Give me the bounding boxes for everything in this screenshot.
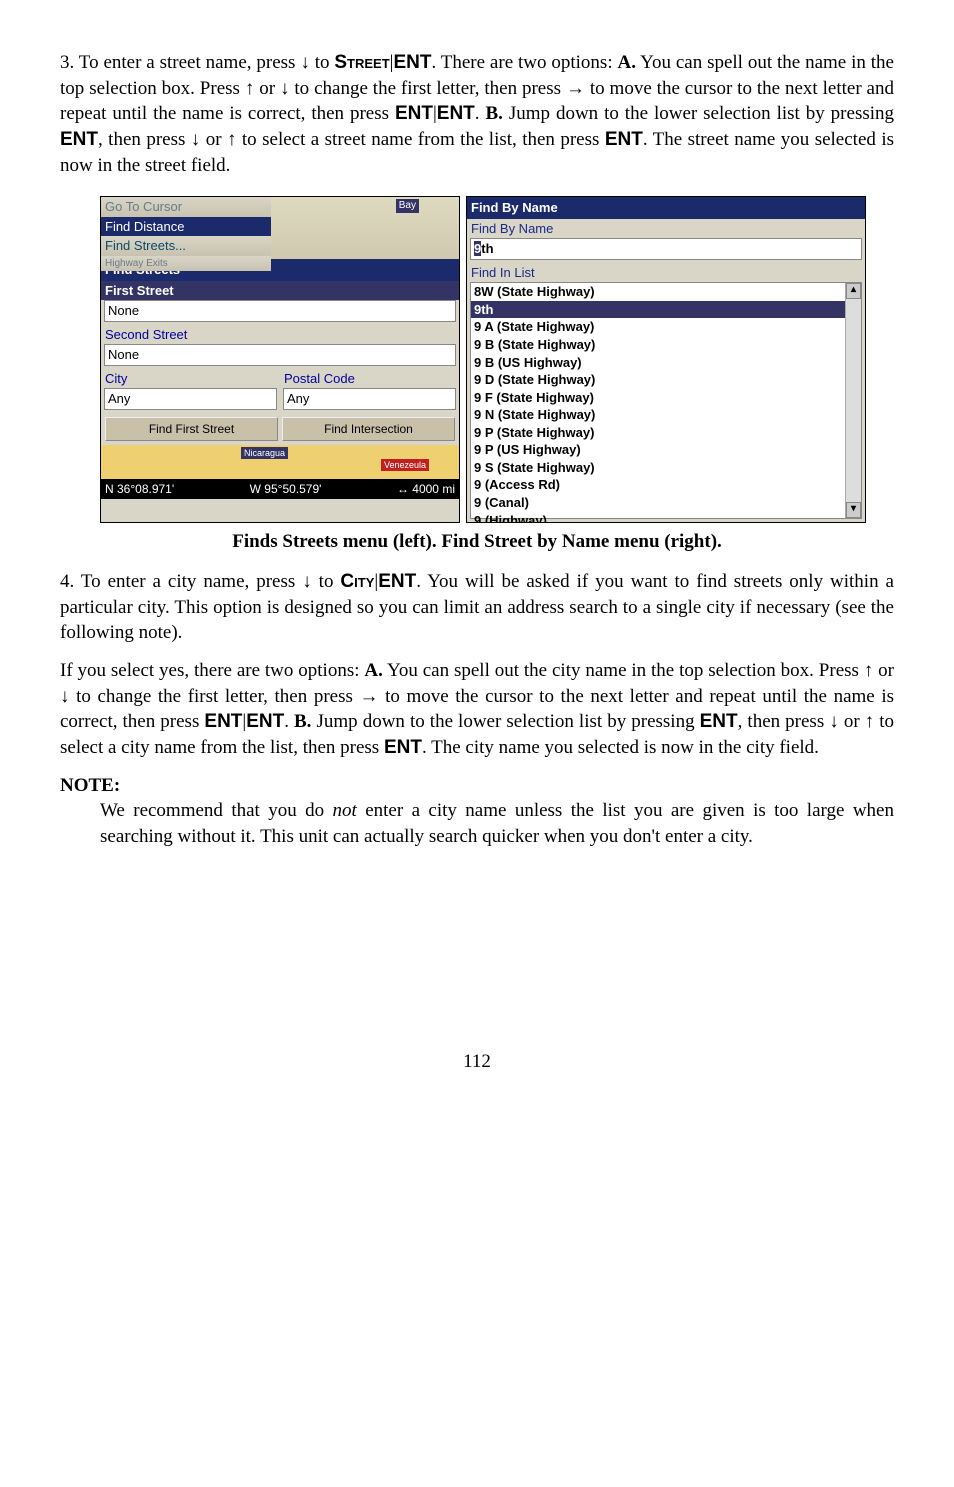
city-input[interactable]: Any	[104, 388, 277, 410]
list-item[interactable]: 9 P (US Highway)	[471, 441, 861, 459]
text: If you select yes, there are two options…	[60, 660, 364, 681]
find-by-name-label: Find By Name	[467, 219, 865, 239]
text: .	[475, 103, 486, 124]
text: . There are two options:	[431, 52, 617, 73]
city-label: City	[101, 369, 280, 389]
key-ent: ENT	[246, 711, 284, 732]
menu-item[interactable]: Highway Exits	[101, 256, 271, 272]
find-streets-screenshot: Go To Cursor Find Distance Find Streets.…	[100, 196, 460, 523]
list-item-selected[interactable]: 9th	[471, 301, 861, 319]
list-item[interactable]: 9 S (State Highway)	[471, 459, 861, 477]
option-b: B.	[294, 711, 311, 732]
note-heading: NOTE:	[60, 773, 894, 799]
text: We recommend that you do	[100, 800, 333, 821]
menu-item[interactable]: Go To Cursor	[101, 197, 271, 217]
list-item[interactable]: 9 (Canal)	[471, 494, 861, 512]
key-ent: ENT	[378, 571, 416, 592]
text: Jump down to the lower selection list by…	[311, 711, 699, 732]
key-ent: ENT	[384, 737, 422, 758]
text: . The city name you selected is now in t…	[422, 737, 819, 758]
text: 3. To enter a street name, press ↓ to	[60, 52, 334, 73]
list-item[interactable]: 9 F (State Highway)	[471, 389, 861, 407]
find-in-list-label: Find In List	[467, 263, 865, 283]
text: Jump down to the lower selection list by…	[503, 103, 894, 124]
second-street-input[interactable]: None	[104, 344, 456, 366]
list-item[interactable]: 9 N (State Highway)	[471, 406, 861, 424]
key-ent: ENT	[60, 129, 98, 150]
status-lon: W 95°50.579'	[250, 481, 322, 497]
key-ent: ENT	[437, 103, 475, 124]
window-title: Find By Name	[467, 197, 865, 219]
option-a: A.	[364, 660, 382, 681]
key-ent: ENT	[204, 711, 242, 732]
emph: not	[333, 800, 357, 821]
input-rest: th	[481, 241, 493, 256]
text: , then press ↓ or ↑ to select a street n…	[98, 129, 605, 150]
page-number: 112	[60, 1049, 894, 1075]
scroll-up-icon[interactable]: ▴	[846, 283, 861, 299]
list-item[interactable]: 8W (State Highway)	[471, 283, 861, 301]
map-strip: Nicaragua Venezeula	[101, 445, 459, 479]
find-first-street-button[interactable]: Find First Street	[105, 417, 278, 441]
note-body: We recommend that you do not enter a cit…	[100, 798, 894, 849]
option-a: A.	[617, 52, 635, 73]
find-by-name-screenshot: Find By Name Find By Name 9th Find In Li…	[466, 196, 866, 523]
key-ent: ENT	[393, 52, 431, 73]
figure-caption: Finds Streets menu (left). Find Street b…	[60, 529, 894, 555]
map-label: Nicaragua	[241, 447, 288, 459]
postal-label: Postal Code	[280, 369, 459, 389]
paragraph-step4: 4. To enter a city name, press ↓ to City…	[60, 569, 894, 646]
scrollbar[interactable]: ▴ ▾	[845, 283, 861, 518]
map-label: Venezeula	[381, 459, 429, 471]
screenshots-row: Go To Cursor Find Distance Find Streets.…	[100, 196, 894, 523]
list-item[interactable]: 9 A (State Highway)	[471, 318, 861, 336]
scroll-down-icon[interactable]: ▾	[846, 502, 861, 518]
list-item[interactable]: 9 (Highway)	[471, 512, 861, 524]
menu-item-find-streets[interactable]: Find Streets...	[101, 236, 271, 256]
paragraph-step3: 3. To enter a street name, press ↓ to St…	[60, 50, 894, 178]
first-street-input[interactable]: None	[104, 300, 456, 322]
menu-item-find-distance[interactable]: Find Distance	[101, 217, 271, 237]
text: 4. To enter a city name, press ↓ to	[60, 571, 340, 592]
paragraph-options: If you select yes, there are two options…	[60, 658, 894, 761]
list-item[interactable]: 9 B (State Highway)	[471, 336, 861, 354]
postal-input[interactable]: Any	[283, 388, 456, 410]
status-lat: N 36°08.971'	[105, 481, 174, 497]
key-city: City	[340, 571, 374, 592]
results-list[interactable]: 8W (State Highway) 9th 9 A (State Highwa…	[470, 282, 862, 519]
map-label-bay: Bay	[396, 199, 419, 213]
list-item[interactable]: 9 (Access Rd)	[471, 476, 861, 494]
option-b: B.	[485, 103, 502, 124]
status-zoom: ↔ 4000 mi	[397, 481, 455, 497]
first-street-label: First Street	[101, 281, 459, 301]
name-input[interactable]: 9th	[470, 238, 862, 260]
list-item[interactable]: 9 P (State Highway)	[471, 424, 861, 442]
key-ent: ENT	[605, 129, 643, 150]
key-ent: ENT	[395, 103, 433, 124]
second-street-label: Second Street	[101, 325, 459, 345]
key-street: Street	[334, 52, 389, 73]
find-intersection-button[interactable]: Find Intersection	[282, 417, 455, 441]
list-item[interactable]: 9 B (US Highway)	[471, 354, 861, 372]
key-ent: ENT	[700, 711, 738, 732]
list-item[interactable]: 9 D (State Highway)	[471, 371, 861, 389]
status-bar: N 36°08.971' W 95°50.579' ↔ 4000 mi	[101, 479, 459, 499]
text: .	[284, 711, 294, 732]
